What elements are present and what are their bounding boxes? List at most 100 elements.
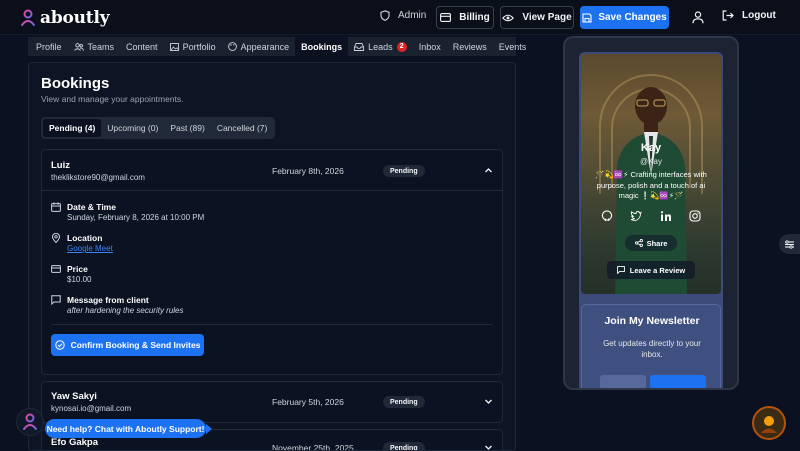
social-links: [601, 210, 701, 222]
status-badge: Pending: [383, 442, 425, 450]
leave-review-button[interactable]: Leave a Review: [607, 261, 695, 279]
credit-card-icon: [440, 13, 452, 22]
logout-icon: [722, 10, 734, 21]
inbox-tray-icon: [354, 42, 365, 51]
save-changes-label: Save Changes: [598, 12, 667, 23]
card-divider: [51, 324, 493, 325]
share-icon: [634, 239, 643, 247]
tab-teams[interactable]: Teams: [68, 37, 121, 56]
booking-date: February 8th, 2026: [272, 166, 344, 176]
leads-count-badge: 2: [396, 41, 407, 52]
filter-past[interactable]: Past (89): [164, 119, 211, 137]
booking-card[interactable]: Yaw Sakyi kynosai.io@gmail.com February …: [41, 381, 503, 423]
calendar-icon: [51, 202, 61, 212]
brand-name: aboutly: [40, 8, 110, 28]
image-icon: [169, 42, 179, 51]
page-subtitle: View and manage your appointments.: [41, 94, 184, 104]
client-name: Efo Gakpa: [51, 437, 98, 448]
bookings-panel: Bookings View and manage your appointmen…: [28, 62, 516, 451]
chevron-up-icon[interactable]: [484, 166, 493, 175]
top-bar: aboutly Admin Billing View Page Save Cha…: [0, 0, 800, 35]
users-icon: [73, 42, 84, 51]
chevron-down-icon[interactable]: [484, 397, 493, 406]
tab-content[interactable]: Content: [120, 37, 164, 56]
tab-appearance[interactable]: Appearance: [222, 37, 296, 56]
filter-upcoming[interactable]: Upcoming (0): [101, 119, 164, 137]
twitter-icon[interactable]: [630, 210, 643, 222]
message-value: after hardening the security rules: [67, 306, 184, 315]
message-label: Message from client: [67, 295, 149, 305]
view-page-button[interactable]: View Page: [500, 6, 574, 29]
bubble-tail: [206, 424, 212, 434]
instagram-icon[interactable]: [689, 210, 701, 222]
message-icon: [51, 295, 61, 305]
filter-pending[interactable]: Pending (4): [43, 119, 102, 137]
share-label: Share: [646, 238, 668, 248]
newsletter-text: Get updates directly to your inbox.: [603, 339, 701, 359]
support-chat-bubble[interactable]: Need help? Chat with Aboutly Support!: [45, 419, 206, 438]
save-changes-button[interactable]: Save Changes: [580, 6, 669, 29]
message-icon: [616, 266, 625, 274]
tab-events[interactable]: Events: [493, 37, 533, 56]
card-divider: [42, 190, 502, 191]
logout-label: Logout: [742, 10, 776, 21]
preview-screen: Kay @Kay 🪄💫♾️⚡ Crafting interfaces with …: [579, 52, 723, 388]
tab-profile[interactable]: Profile: [30, 37, 68, 56]
tab-reviews[interactable]: Reviews: [447, 37, 493, 56]
admin-link[interactable]: Admin: [380, 10, 426, 21]
booking-date: November 25th, 2025: [272, 443, 354, 451]
booking-filter-tabs: Pending (4) Upcoming (0) Past (89) Cance…: [41, 117, 276, 139]
newsletter-subscribe-button[interactable]: [650, 375, 706, 388]
datetime-value: Sunday, February 8, 2026 at 10:00 PM: [67, 213, 205, 222]
check-circle-icon: [54, 340, 65, 350]
client-name: Yaw Sakyi: [51, 391, 97, 402]
profile-name: Kay: [640, 142, 662, 154]
client-email: kynosai.io@gmail.com: [51, 404, 132, 413]
brand-logo[interactable]: aboutly: [20, 8, 110, 28]
price-value: $10.00: [67, 275, 92, 284]
credit-card-icon: [51, 265, 61, 273]
share-button[interactable]: Share: [625, 235, 677, 251]
profile-card: Kay @Kay 🪄💫♾️⚡ Crafting interfaces with …: [581, 54, 721, 294]
chevron-down-icon[interactable]: [484, 443, 493, 451]
view-page-label: View Page: [522, 12, 572, 23]
tab-portfolio[interactable]: Portfolio: [164, 37, 222, 56]
newsletter-email-input[interactable]: [600, 375, 646, 388]
confirm-booking-button[interactable]: Confirm Booking & Send Invites: [51, 334, 204, 356]
avatar[interactable]: [752, 406, 786, 440]
map-pin-icon: [51, 233, 61, 243]
user-icon[interactable]: [692, 11, 704, 24]
linkedin-icon[interactable]: [660, 210, 672, 222]
tab-inbox[interactable]: Inbox: [413, 37, 447, 56]
shield-icon: [380, 10, 390, 21]
github-icon[interactable]: [601, 210, 613, 222]
filter-cancelled[interactable]: Cancelled (7): [211, 119, 274, 137]
datetime-label: Date & Time: [67, 202, 116, 212]
palette-icon: [227, 42, 237, 51]
aboutly-logo-icon: [21, 9, 35, 26]
status-badge: Pending: [383, 165, 425, 177]
location-label: Location: [67, 233, 103, 243]
eye-icon: [502, 14, 515, 21]
billing-button[interactable]: Billing: [436, 6, 494, 29]
page-title: Bookings: [41, 75, 110, 92]
tab-leads[interactable]: Leads 2: [348, 37, 413, 56]
client-name: Luiz: [51, 160, 70, 171]
logout-button[interactable]: Logout: [722, 10, 776, 21]
floppy-disk-icon: [582, 12, 592, 23]
profile-bio: 🪄💫♾️⚡ Crafting interfaces with purpose, …: [595, 170, 707, 200]
booking-card: Luiz theklikstore90@gmail.com February 8…: [41, 149, 503, 375]
price-label: Price: [67, 264, 88, 274]
support-chat-launcher[interactable]: [16, 408, 44, 436]
preview-toggle-button[interactable]: [779, 234, 800, 254]
billing-label: Billing: [459, 12, 490, 23]
client-email: theklikstore90@gmail.com: [51, 173, 145, 182]
section-tabs: Profile Teams Content Portfolio Appearan…: [28, 37, 526, 56]
aboutly-logo-icon: [23, 413, 37, 430]
location-link[interactable]: Google Meet: [67, 244, 113, 253]
sliders-icon: [785, 239, 794, 249]
tab-bookings[interactable]: Bookings: [295, 37, 349, 56]
leave-review-label: Leave a Review: [629, 265, 686, 275]
avatar-image-icon: [761, 416, 777, 433]
confirm-booking-label: Confirm Booking & Send Invites: [70, 340, 201, 350]
